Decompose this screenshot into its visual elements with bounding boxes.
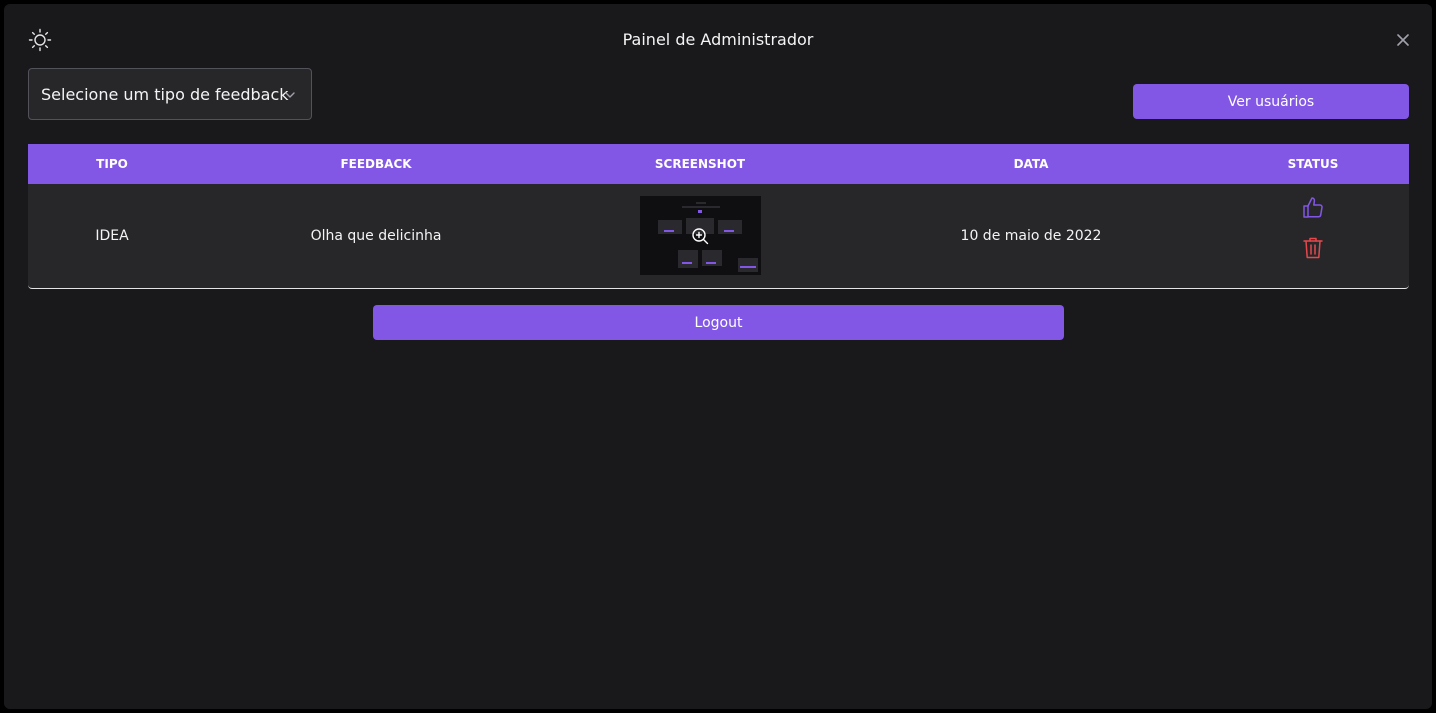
feedback-table: TIPO FEEDBACK SCREENSHOT DATA STATUS IDE… [28, 144, 1409, 289]
zoom-in-icon [691, 227, 709, 245]
close-icon[interactable] [1394, 31, 1412, 49]
cell-type: IDEA [95, 228, 129, 244]
admin-panel: Painel de Administrador Selecione um tip… [4, 4, 1432, 709]
table-header: TIPO FEEDBACK SCREENSHOT DATA STATUS [28, 144, 1409, 184]
column-header-date: DATA [1013, 157, 1049, 171]
screenshot-thumbnail[interactable] [640, 196, 761, 275]
feedback-type-select-value: Selecione um tipo de feedback [41, 84, 289, 104]
view-users-button[interactable]: Ver usuários [1133, 84, 1409, 119]
column-header-type: TIPO [96, 157, 128, 171]
logout-button[interactable]: Logout [373, 305, 1064, 340]
page-title: Painel de Administrador [622, 30, 814, 49]
column-header-status: STATUS [1287, 157, 1339, 171]
cell-feedback: Olha que delicinha [310, 228, 442, 244]
trash-icon[interactable] [1302, 236, 1324, 260]
table-row: IDEA Olha que delicinha 10 de maio de 20… [28, 184, 1409, 289]
column-header-feedback: FEEDBACK [340, 157, 412, 171]
column-header-screenshot: SCREENSHOT [654, 157, 746, 171]
feedback-type-select[interactable]: Selecione um tipo de feedback [28, 68, 312, 120]
thumbs-up-icon[interactable] [1301, 196, 1325, 220]
chevron-down-icon [283, 87, 297, 101]
cell-date: 10 de maio de 2022 [960, 228, 1102, 244]
